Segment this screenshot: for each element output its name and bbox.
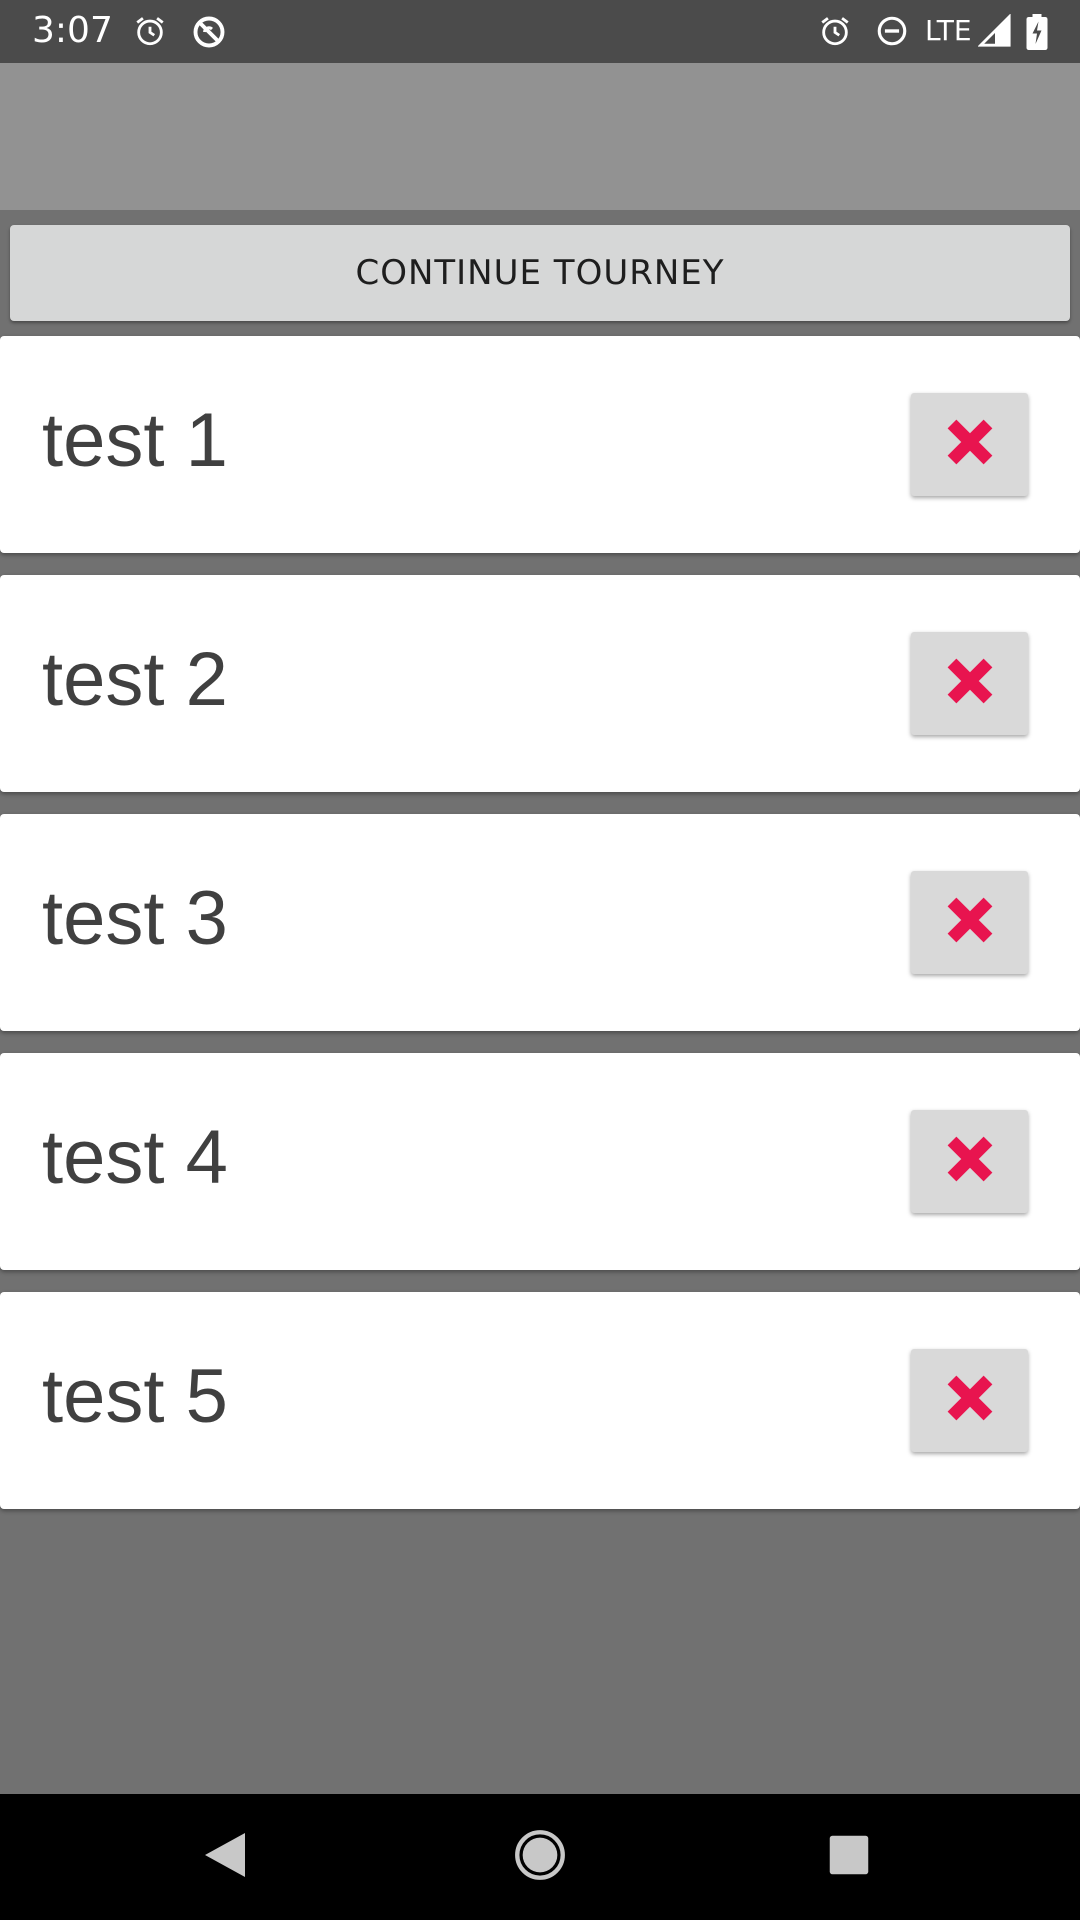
player-name: test 1 — [42, 398, 228, 483]
back-icon — [201, 1829, 249, 1886]
list-item[interactable]: test 1 — [0, 336, 1080, 553]
alarm-icon — [818, 14, 852, 48]
list-item[interactable]: test 3 — [0, 814, 1080, 1031]
continue-tourney-button[interactable]: CONTINUE TOURNEY — [10, 225, 1070, 321]
close-icon — [943, 893, 997, 952]
recents-button[interactable] — [816, 1824, 882, 1890]
list-item[interactable]: test 2 — [0, 575, 1080, 792]
network-type: LTE — [925, 14, 972, 47]
list-item[interactable]: test 4 — [0, 1053, 1080, 1270]
close-icon — [943, 1132, 997, 1191]
player-name: test 5 — [42, 1354, 228, 1439]
navigation-bar — [0, 1794, 1080, 1920]
player-name: test 3 — [42, 876, 228, 961]
app-toolbar — [0, 63, 1080, 210]
battery-charging-icon — [1025, 14, 1059, 50]
close-icon — [943, 415, 997, 474]
no-sync-icon — [191, 14, 225, 48]
player-list: test 1 test 2 test 3 test 4 test 5 — [0, 336, 1080, 1531]
delete-button[interactable] — [911, 393, 1028, 496]
recents-icon — [828, 1834, 870, 1881]
do-not-disturb-icon — [875, 14, 909, 48]
close-icon — [943, 1371, 997, 1430]
home-icon — [514, 1829, 566, 1886]
status-bar: 3:07 LTE — [0, 0, 1080, 63]
close-icon — [943, 654, 997, 713]
player-name: test 4 — [42, 1115, 228, 1200]
delete-button[interactable] — [911, 1110, 1028, 1213]
delete-button[interactable] — [911, 1349, 1028, 1452]
delete-button[interactable] — [911, 871, 1028, 974]
alarm-icon — [133, 14, 167, 48]
status-time: 3:07 — [32, 10, 113, 51]
back-button[interactable] — [192, 1824, 258, 1890]
delete-button[interactable] — [911, 632, 1028, 735]
home-button[interactable] — [507, 1824, 573, 1890]
player-name: test 2 — [42, 637, 228, 722]
signal-icon — [977, 13, 1012, 48]
list-item[interactable]: test 5 — [0, 1292, 1080, 1509]
